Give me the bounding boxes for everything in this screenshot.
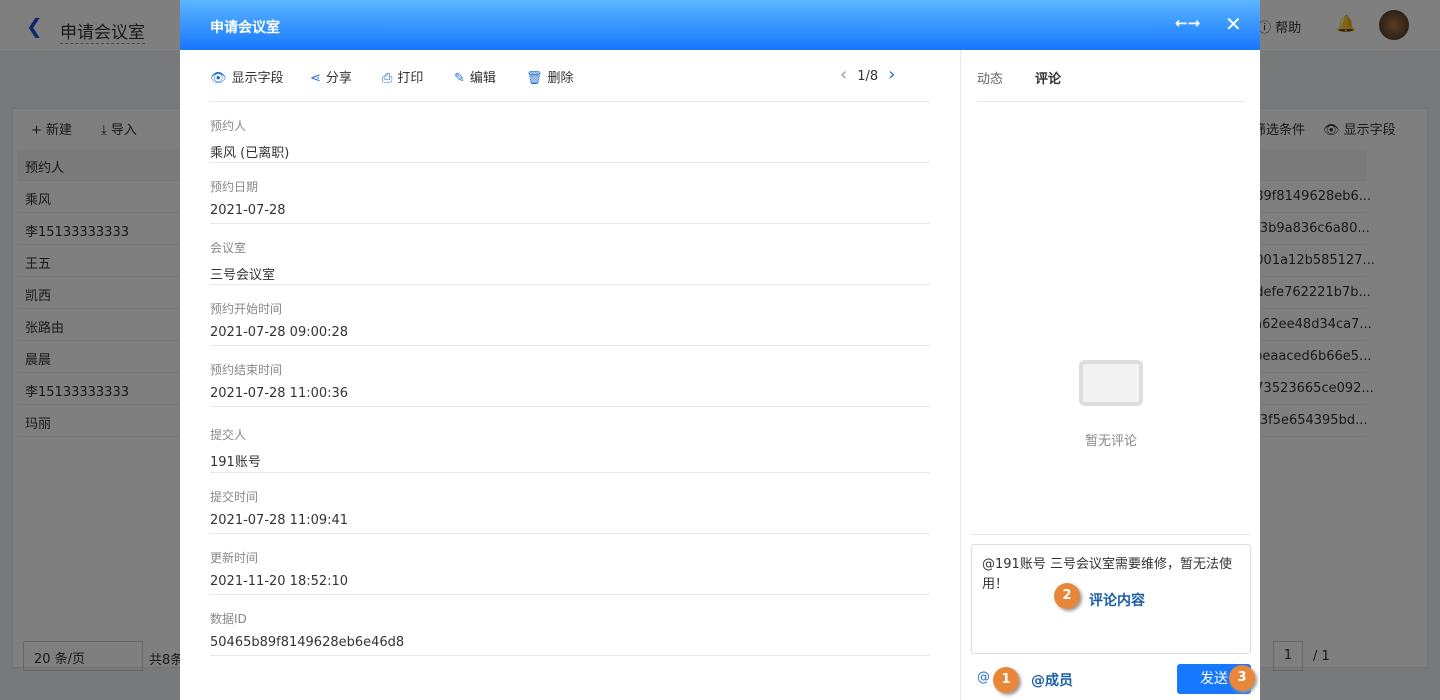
field-value: 2021-07-28 09:00:28 — [210, 325, 349, 340]
field-row: 数据ID 50465b89f8149628eb6e46d8 — [210, 595, 930, 656]
annotation-content-label: 评论内容 — [1089, 593, 1145, 609]
field-value: 50465b89f8149628eb6e46d8 — [210, 635, 405, 650]
field-value: 191账号 — [210, 455, 261, 470]
comment-empty-icon — [1079, 360, 1143, 406]
field-row: 预约结束时间 2021-07-28 11:00:36 — [210, 346, 930, 407]
field-value: 2021-11-20 18:52:10 — [210, 574, 349, 589]
field-value: 2021-07-28 — [210, 203, 286, 218]
action-label: 编辑 — [469, 71, 496, 86]
field-label: 会议室 — [210, 241, 247, 255]
action-label: 显示字段 — [231, 71, 284, 86]
field-row: 预约人乘风 (已离职) — [210, 102, 930, 163]
record-modal: 申请会议室 ←→ ✕ 👁 显示字段 ⋖ 分享 ⎙ 打印 ✎ 编辑 🗑 删除 ‹ 1/8 › 预… — [180, 0, 1260, 700]
next-record-icon[interactable]: › — [888, 64, 895, 85]
printer-icon: ⎙ — [382, 71, 393, 86]
field-row: 提交时间 2021-07-28 11:09:41 — [210, 473, 930, 534]
action-label: 删除 — [547, 71, 574, 86]
comment-tabs: 动态 评论 — [977, 50, 1245, 102]
prev-record-icon[interactable]: ‹ — [840, 64, 847, 85]
modal-title: 申请会议室 — [210, 20, 280, 36]
annotation-badge-2: 2 — [1054, 583, 1080, 609]
field-row: 会议室 三号会议室 — [210, 224, 930, 285]
field-value: 乘风 (已离职) — [210, 146, 290, 161]
action-label: 分享 — [325, 71, 352, 86]
field-label: 预约结束时间 — [210, 363, 283, 377]
field-value: 2021-07-28 11:09:41 — [210, 513, 349, 528]
field-value: 2021-07-28 11:00:36 — [210, 386, 349, 401]
field-label: 提交人 — [210, 428, 247, 442]
field-row: 预约日期 2021-07-28 — [210, 163, 930, 224]
field-value: 三号会议室 — [210, 268, 276, 283]
expand-icon[interactable]: ←→ — [1175, 14, 1200, 32]
field-label: 提交时间 — [210, 490, 259, 504]
field-label: 预约日期 — [210, 180, 259, 194]
share-icon: ⋖ — [310, 71, 321, 86]
record-index: 1/8 — [857, 69, 879, 84]
action-label: 打印 — [397, 71, 424, 86]
field-row: 更新时间 2021-11-20 18:52:10 — [210, 534, 930, 595]
trash-icon: 🗑 — [526, 71, 543, 86]
empty-comments-text: 暂无评论 — [1084, 434, 1137, 449]
eye-icon: 👁 — [210, 71, 227, 86]
annotation-member-label: @成员 — [1031, 673, 1073, 689]
tab-comment[interactable]: 评论 — [1035, 68, 1061, 87]
delete-action[interactable]: 🗑 删除 — [526, 67, 574, 86]
annotation-badge-1: 1 — [993, 667, 1019, 693]
record-detail: 👁 显示字段 ⋖ 分享 ⎙ 打印 ✎ 编辑 🗑 删除 ‹ 1/8 › 预约人 乘风 (已离职) 预… — [210, 50, 930, 656]
close-icon[interactable]: ✕ — [1225, 12, 1242, 36]
annotation-badge-3: 3 — [1229, 665, 1255, 691]
print-action[interactable]: ⎙ 打印 — [382, 67, 423, 86]
mention-button[interactable]: @ — [977, 670, 990, 685]
record-nav: ‹ 1/8 › — [830, 64, 905, 85]
field-row: 预约开始时间 2021-07-28 09:00:28 — [210, 285, 930, 346]
field-label: 预约开始时间 — [210, 302, 283, 316]
show-fields-action[interactable]: 👁 显示字段 — [210, 67, 284, 86]
edit-icon: ✎ — [454, 71, 465, 86]
field-row: 提交人 191账号 — [210, 407, 930, 473]
field-label: 预约人 — [210, 119, 247, 133]
comment-panel: 动态 评论 暂无评论 @191账号 三号会议室需要维修，暂无法使用！ 2 评论内… — [960, 50, 1260, 700]
tab-activity[interactable]: 动态 — [977, 68, 1003, 87]
modal-header: 申请会议室 ←→ ✕ — [180, 0, 1260, 50]
share-action[interactable]: ⋖ 分享 — [310, 67, 352, 86]
record-actions: 👁 显示字段 ⋖ 分享 ⎙ 打印 ✎ 编辑 🗑 删除 ‹ 1/8 › — [210, 50, 930, 102]
field-label: 更新时间 — [210, 551, 259, 565]
divider — [971, 534, 1251, 535]
field-label: 数据ID — [210, 612, 247, 626]
edit-action[interactable]: ✎ 编辑 — [454, 67, 496, 86]
